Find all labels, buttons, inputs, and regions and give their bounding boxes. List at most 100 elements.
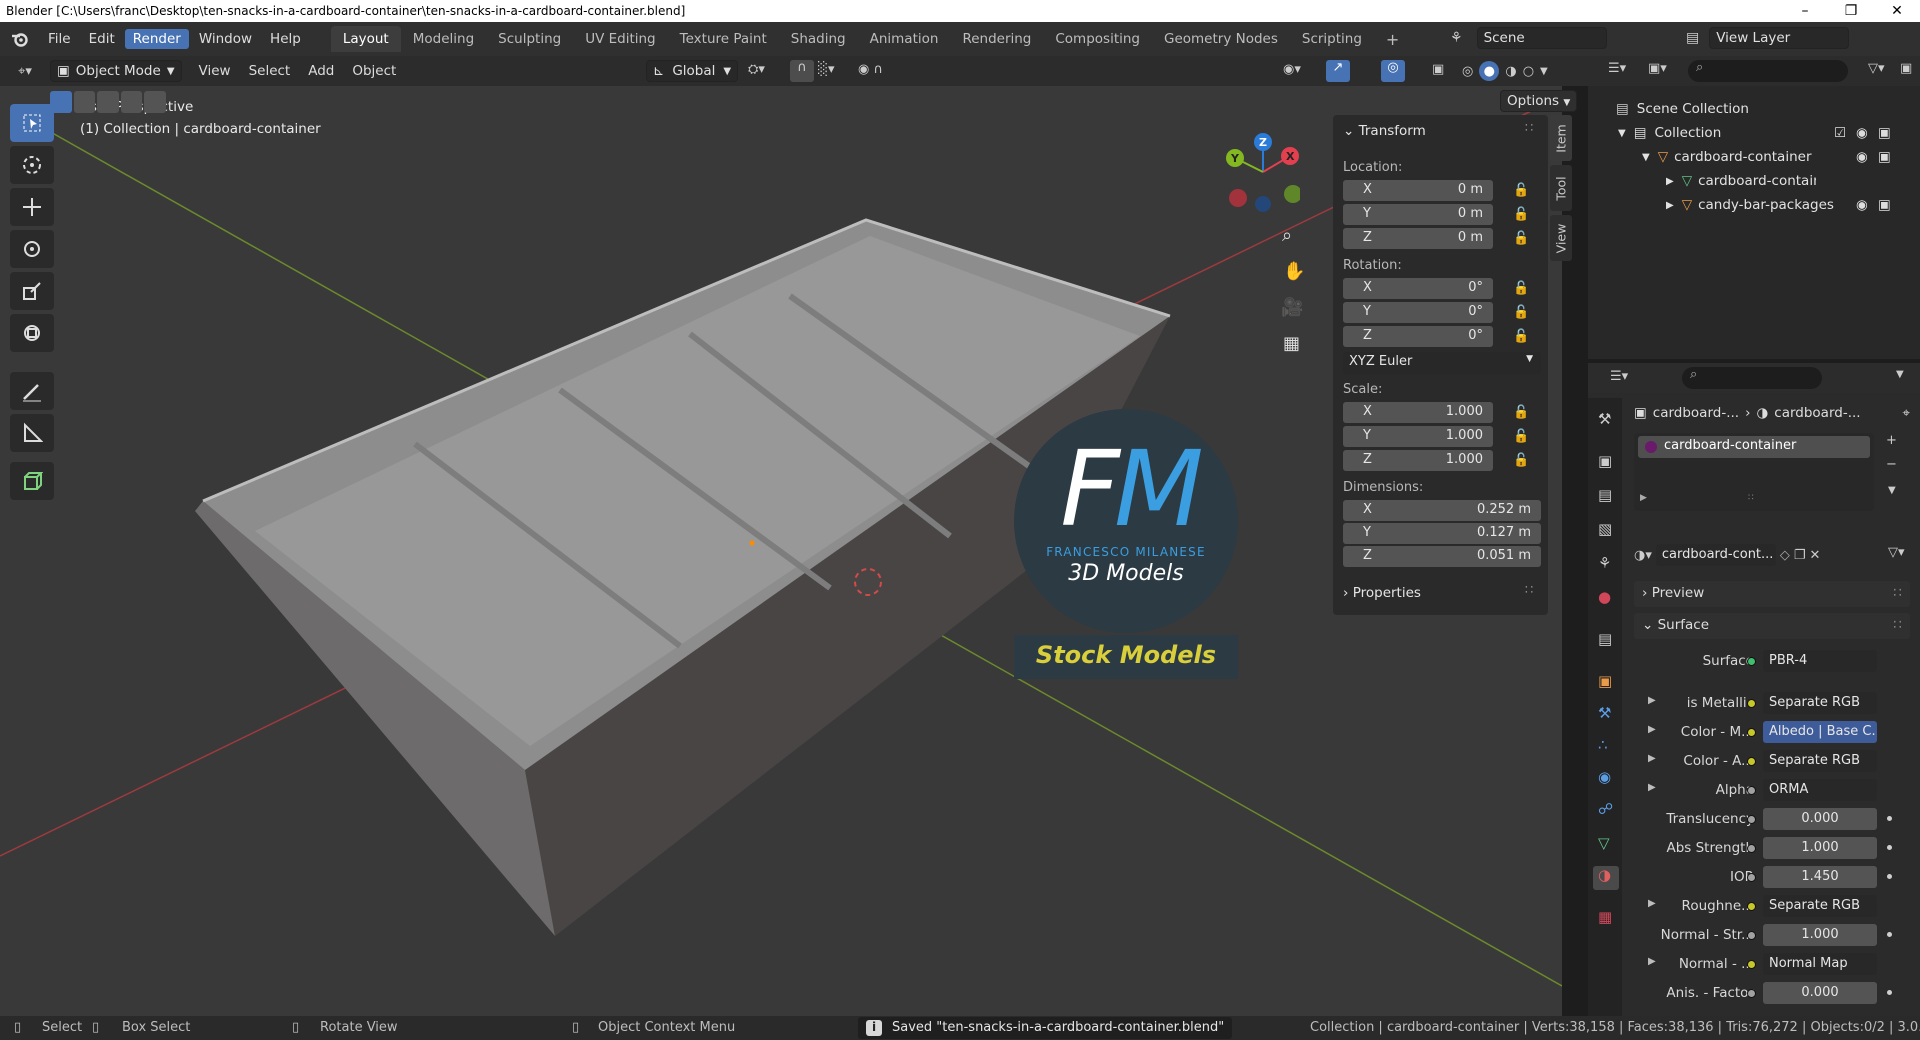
socket-icon[interactable] <box>1747 786 1756 795</box>
material-name-field[interactable]: cardboard-cont... <box>1655 544 1776 566</box>
scene-tab-icon[interactable]: ⚘ <box>1598 554 1614 572</box>
select-new-icon[interactable] <box>50 91 72 113</box>
drag-handle-icon[interactable]: ∷ <box>1525 583 1533 598</box>
view-layer-tab-icon[interactable]: ▧ <box>1598 520 1614 538</box>
properties-search-input[interactable]: ⌕ <box>1682 367 1822 389</box>
outliner-search-input[interactable]: ⌕ <box>1688 60 1848 82</box>
surface-input-value[interactable]: Normal Map <box>1763 953 1877 975</box>
menu-render[interactable]: Render <box>124 29 189 49</box>
drag-handle-icon[interactable]: ∷ <box>1525 121 1533 136</box>
lock-icon[interactable]: 🔓 <box>1513 305 1531 321</box>
pin-icon[interactable]: ⌖ <box>1902 405 1910 421</box>
keyframe-icon[interactable] <box>1887 816 1892 821</box>
location-y-field[interactable]: Y0 m <box>1343 204 1493 225</box>
socket-icon[interactable] <box>1747 757 1756 766</box>
properties-header[interactable]: › Properties <box>1343 585 1421 601</box>
socket-icon[interactable] <box>1747 931 1756 940</box>
lock-icon[interactable]: 🔓 <box>1513 231 1531 247</box>
editor-type-icon[interactable]: ☰▾ <box>1608 61 1626 76</box>
tab-shading[interactable]: Shading <box>779 26 858 52</box>
socket-icon[interactable] <box>1747 699 1756 708</box>
surface-input-value[interactable]: 0.000 <box>1763 808 1877 830</box>
outliner-mesh-data[interactable]: ▶ ▽cardboard-container <box>1666 169 1816 193</box>
socket-icon[interactable] <box>1747 844 1756 853</box>
outliner-collection[interactable]: ▼ ▤ Collection ☑ ◉ ▣ <box>1618 121 1918 145</box>
material-shading-icon[interactable]: ◑ <box>1505 64 1516 79</box>
tab-uv-editing[interactable]: UV Editing <box>573 26 667 52</box>
socket-icon[interactable] <box>1747 902 1756 911</box>
menu-window[interactable]: Window <box>191 29 260 49</box>
new-collection-icon[interactable]: ▣ <box>1900 61 1912 76</box>
tab-item[interactable]: Item <box>1550 115 1572 161</box>
solid-shading-icon[interactable]: ● <box>1479 61 1500 81</box>
scale-z-field[interactable]: Z 1.000 <box>1343 450 1493 471</box>
scale-y-field[interactable]: Y 1.000 <box>1343 426 1493 447</box>
socket-icon[interactable] <box>1747 815 1756 824</box>
scene-selector[interactable]: ⚘ Scene <box>1450 26 1628 50</box>
expand-icon[interactable]: ▼ <box>1642 152 1650 163</box>
dimension-z-field[interactable]: Z 0.051 m <box>1343 546 1541 567</box>
expand-icon[interactable]: ▶ <box>1648 753 1656 764</box>
remove-slot-icon[interactable]: − <box>1886 457 1897 472</box>
chevron-down-icon[interactable]: ▼ <box>1540 66 1548 77</box>
expand-icon[interactable]: ▶ <box>1648 782 1656 793</box>
camera-icon[interactable]: ▣ <box>1878 149 1891 165</box>
select-tool-icon[interactable] <box>10 104 54 142</box>
tab-scripting[interactable]: Scripting <box>1290 26 1374 52</box>
socket-icon[interactable] <box>1747 960 1756 969</box>
add-cube-tool-icon[interactable] <box>10 462 54 500</box>
collection-tab-icon[interactable]: ▤ <box>1598 630 1614 648</box>
tab-texture-paint[interactable]: Texture Paint <box>668 26 779 52</box>
expand-icon[interactable]: ▶ <box>1666 176 1674 187</box>
lock-icon[interactable]: 🔓 <box>1513 207 1531 223</box>
annotate-tool-icon[interactable] <box>10 372 54 410</box>
material-slot-item[interactable]: cardboard-container <box>1638 436 1870 458</box>
surface-input-value[interactable]: PBR-4 <box>1763 650 1877 672</box>
menu-view[interactable]: View <box>190 61 240 81</box>
menu-object[interactable]: Object <box>343 61 405 81</box>
select-subtract-icon[interactable] <box>97 91 119 113</box>
rotate-tool-icon[interactable] <box>10 230 54 268</box>
proportional-edit-icon[interactable]: ◉ ∩ <box>858 62 883 77</box>
surface-input-value[interactable]: 1.000 <box>1763 924 1877 946</box>
constraints-tab-icon[interactable]: ☍ <box>1598 800 1614 818</box>
keyframe-icon[interactable] <box>1887 874 1892 879</box>
expand-icon[interactable]: ▶ <box>1666 200 1674 211</box>
lock-icon[interactable]: 🔓 <box>1513 429 1531 445</box>
object-tab-icon[interactable]: ▣ <box>1598 672 1614 690</box>
camera-icon[interactable]: ▣ <box>1878 125 1891 141</box>
keyframe-icon[interactable] <box>1887 845 1892 850</box>
surface-input-value[interactable]: ORMA <box>1763 779 1877 801</box>
transform-orientation-dropdown[interactable]: ⊾ Global ▼ <box>646 60 739 82</box>
expand-icon[interactable]: ▶ <box>1648 724 1656 735</box>
keyframe-icon[interactable] <box>1887 932 1892 937</box>
eye-icon[interactable]: ◉ <box>1856 125 1868 141</box>
wireframe-shading-icon[interactable]: ◎ <box>1462 64 1473 79</box>
filter-icon[interactable]: ▽▾ <box>1868 61 1885 76</box>
lock-icon[interactable]: 🔓 <box>1513 453 1531 469</box>
display-mode-icon[interactable]: ▣▾ <box>1648 61 1667 76</box>
rendered-shading-icon[interactable]: ○ <box>1523 64 1534 79</box>
tab-geometry-nodes[interactable]: Geometry Nodes <box>1152 26 1290 52</box>
tab-sculpting[interactable]: Sculpting <box>486 26 573 52</box>
tool-tab-icon[interactable]: ⚒ <box>1598 410 1614 428</box>
add-slot-icon[interactable]: + <box>1886 433 1897 448</box>
socket-icon[interactable] <box>1747 989 1756 998</box>
render-tab-icon[interactable]: ▣ <box>1598 452 1614 470</box>
surface-input-value[interactable]: Albedo | Base C... <box>1763 721 1877 743</box>
unlink-icon[interactable]: ✕ <box>1810 548 1821 563</box>
rotation-mode-dropdown[interactable]: XYZ Euler ▼ <box>1343 352 1541 374</box>
pan-hand-icon[interactable]: ✋ <box>1283 261 1305 282</box>
select-intersect-icon[interactable] <box>144 91 166 113</box>
editor-type-icon[interactable]: ☰▾ <box>1610 369 1628 384</box>
material-tab-icon[interactable]: ◑ <box>1593 866 1619 890</box>
view-layer-name[interactable]: View Layer <box>1709 27 1850 49</box>
socket-icon[interactable] <box>1747 728 1756 737</box>
surface-input-value[interactable]: 1.450 <box>1763 866 1877 888</box>
gizmo-toggle-icon[interactable]: ↗ <box>1326 60 1350 82</box>
lock-icon[interactable]: 🔓 <box>1513 183 1531 199</box>
cursor-tool-icon[interactable] <box>10 146 54 184</box>
scale-tool-icon[interactable] <box>10 272 54 310</box>
3d-viewport[interactable]: User Perspective (1) Collection | cardbo… <box>0 86 1562 1016</box>
outliner-object-cardboard[interactable]: ▼ ▽ cardboard-container ◉ ▣ <box>1642 145 1918 169</box>
